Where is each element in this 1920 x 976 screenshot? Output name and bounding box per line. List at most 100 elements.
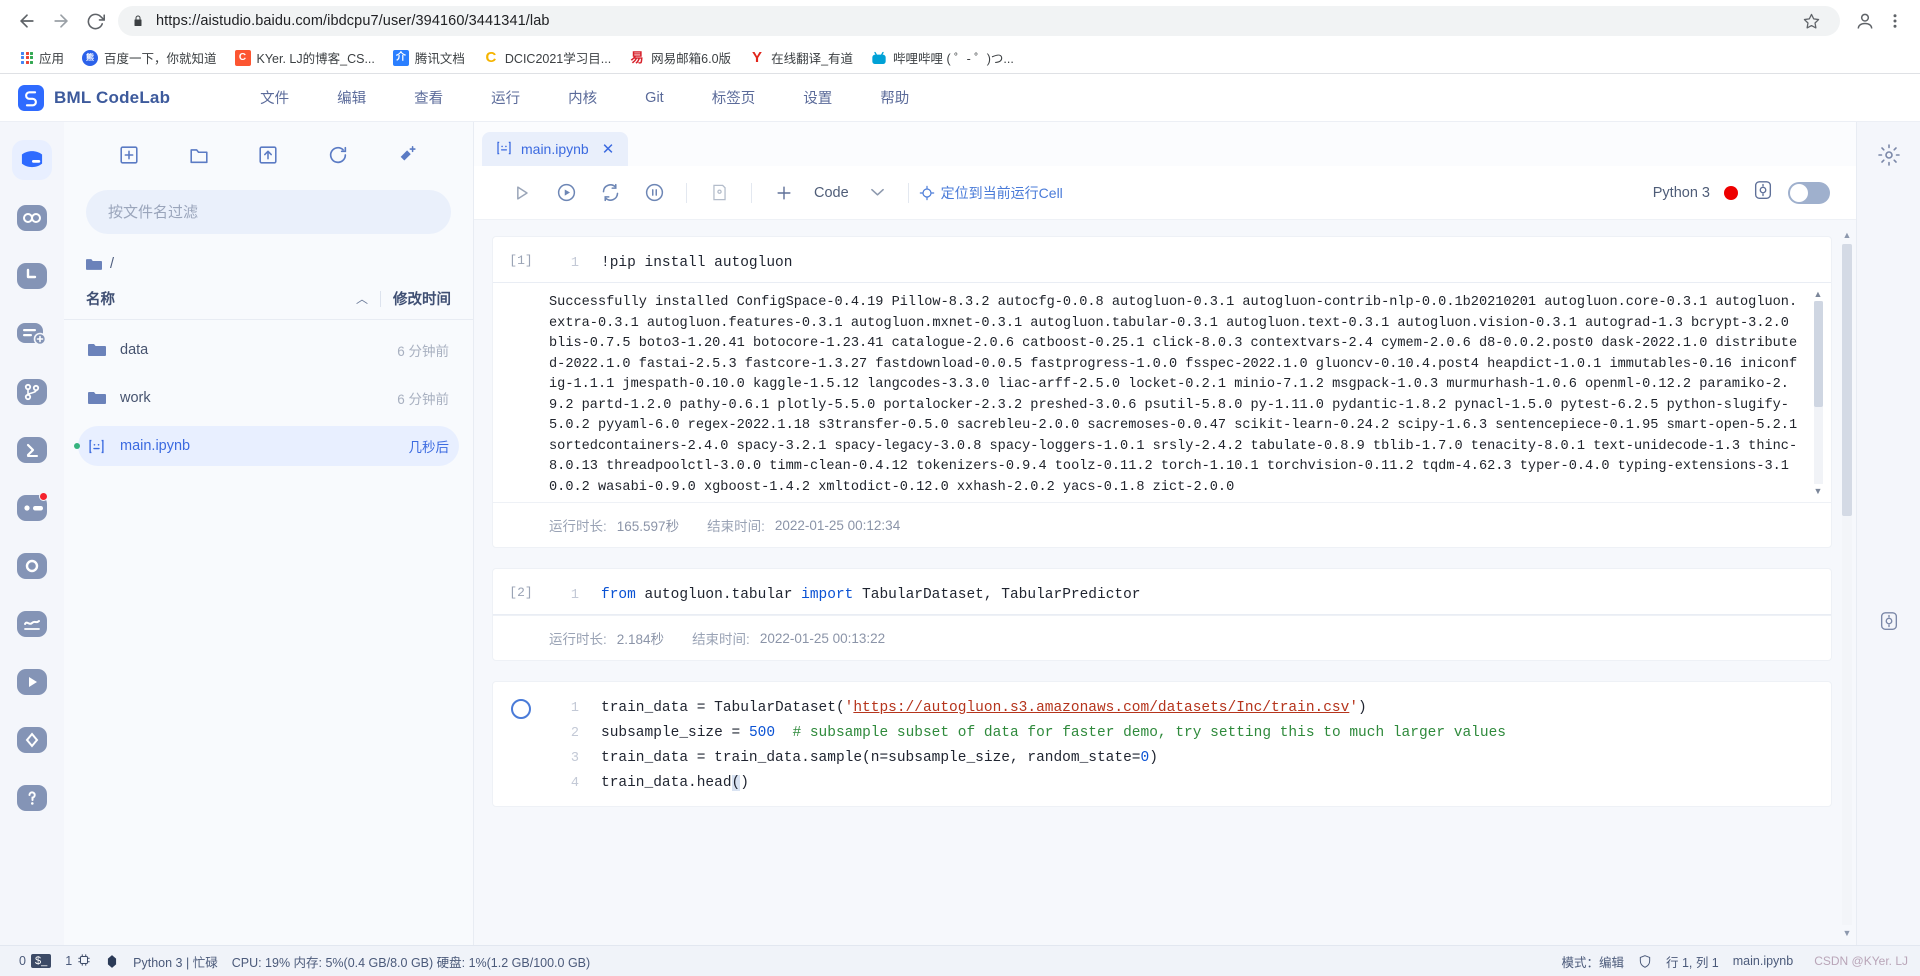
rail-item-metrics[interactable]: [12, 604, 52, 644]
address-bar[interactable]: https://aistudio.baidu.com/ibdcpu7/user/…: [118, 6, 1840, 36]
menu-edit[interactable]: 编辑: [313, 83, 390, 112]
bookmark-star-icon[interactable]: [1796, 6, 1826, 36]
code-token: subsample_size =: [601, 725, 749, 741]
scroll-down-icon[interactable]: ▼: [1843, 928, 1852, 939]
rail-item-diamond[interactable]: [12, 720, 52, 760]
settings-gear-icon[interactable]: [1872, 138, 1906, 172]
back-button[interactable]: [10, 4, 44, 38]
rail-item-notebook[interactable]: [12, 140, 52, 180]
rail-item-git[interactable]: [12, 372, 52, 412]
cell-input[interactable]: 1 train_data = TabularDataset('https://a…: [493, 682, 1831, 806]
column-modified[interactable]: 修改时间: [393, 288, 451, 309]
scroll-up-icon[interactable]: ▲: [1814, 289, 1823, 299]
kernel-status-text[interactable]: Python 3 | 忙碌: [126, 952, 225, 971]
rail-item-run[interactable]: [12, 662, 52, 702]
rail-item-help[interactable]: [12, 778, 52, 818]
menu-help[interactable]: 帮助: [856, 83, 933, 112]
new-folder-icon[interactable]: [182, 138, 216, 172]
chevron-down-icon[interactable]: [857, 186, 898, 200]
file-row-work[interactable]: work 6 分钟前: [78, 378, 459, 418]
bookmark-csdn[interactable]: C KYer. LJ的博客_CS...: [226, 45, 384, 70]
refresh-icon[interactable]: [321, 138, 355, 172]
code-editor[interactable]: train_data = train_data.sample(n=subsamp…: [579, 746, 1831, 771]
menu-settings[interactable]: 设置: [779, 83, 856, 112]
cell-input[interactable]: [1] 1 !pip install autogluon: [493, 237, 1831, 283]
file-row-main-ipynb[interactable]: main.ipynb 几秒后: [74, 426, 459, 466]
bookmark-apps[interactable]: 应用: [12, 45, 73, 70]
bookmark-youdao[interactable]: Y 在线翻译_有道: [740, 45, 862, 70]
output-scrollbar[interactable]: ▲ ▼: [1811, 289, 1825, 496]
rail-item-history[interactable]: [12, 256, 52, 296]
code-editor[interactable]: subsample_size = 500 # subsample subset …: [579, 721, 1831, 746]
code-editor[interactable]: from autogluon.tabular import TabularDat…: [579, 583, 1831, 608]
bookmark-baidu[interactable]: 熊 百度一下，你就知道: [73, 45, 226, 70]
kernel-count[interactable]: 1: [58, 953, 98, 970]
kernel-busy-icon[interactable]: [1752, 179, 1774, 206]
code-editor[interactable]: !pip install autogluon: [579, 251, 1831, 276]
upload-icon[interactable]: [251, 138, 285, 172]
notebook-scrollbar[interactable]: ▲ ▼: [1840, 230, 1854, 939]
menu-run[interactable]: 运行: [467, 83, 544, 112]
mode-toggle[interactable]: [1788, 181, 1830, 204]
code-editor[interactable]: train_data.head(): [579, 771, 1831, 796]
notebook-cell[interactable]: [2] 1 from autogluon.tabular import Tabu…: [492, 568, 1832, 661]
kernel-name[interactable]: Python 3: [1653, 185, 1710, 201]
browser-menu-icon[interactable]: [1880, 6, 1910, 36]
new-launcher-icon[interactable]: [391, 138, 425, 172]
run-all-icon[interactable]: [544, 173, 588, 213]
interrupt-icon[interactable]: [632, 173, 676, 213]
sort-arrow-icon[interactable]: ︿: [356, 290, 368, 307]
save-icon[interactable]: [697, 173, 741, 213]
scroll-down-icon[interactable]: ▼: [1814, 486, 1823, 496]
rail-item-extensions[interactable]: [12, 488, 52, 528]
new-file-icon[interactable]: [112, 138, 146, 172]
cell-type-select[interactable]: Code: [806, 185, 857, 201]
gpu-indicator[interactable]: [98, 954, 126, 969]
rail-item-links[interactable]: [12, 198, 52, 238]
rail-item-add-note[interactable]: [12, 314, 52, 354]
reload-button[interactable]: [78, 4, 112, 38]
bookmark-tencent-docs[interactable]: 介 腾讯文档: [384, 45, 474, 70]
code-editor[interactable]: train_data = TabularDataset('https://aut…: [579, 696, 1831, 721]
scrollbar-thumb[interactable]: [1842, 244, 1852, 517]
rail-item-terminal[interactable]: [12, 430, 52, 470]
edit-mode-label[interactable]: 模式：编辑: [1554, 952, 1631, 971]
run-icon[interactable]: [500, 173, 544, 213]
menu-file[interactable]: 文件: [236, 83, 313, 112]
rail-item-circle[interactable]: [12, 546, 52, 586]
menu-tabs[interactable]: 标签页: [688, 83, 780, 112]
file-row-data[interactable]: data 6 分钟前: [78, 330, 459, 370]
close-icon[interactable]: ✕: [602, 140, 615, 158]
bookmark-bilibili[interactable]: 哔哩哔哩 ( ゜- ゜)つ...: [862, 45, 1023, 70]
menu-git[interactable]: Git: [621, 86, 688, 110]
forward-button[interactable]: [44, 4, 78, 38]
file-filter-input[interactable]: [108, 203, 429, 221]
breadcrumb[interactable]: /: [64, 234, 473, 278]
scrollbar-track[interactable]: [1813, 301, 1823, 484]
shield-icon[interactable]: [1631, 954, 1659, 969]
bookmark-dcic[interactable]: C DCIC2021学习目...: [474, 45, 620, 70]
bookmark-netease-mail[interactable]: 易 网易邮箱6.0版: [620, 45, 740, 70]
restart-kernel-icon[interactable]: [588, 173, 632, 213]
scrollbar-thumb[interactable]: [1813, 301, 1823, 408]
scroll-up-icon[interactable]: ▲: [1843, 230, 1852, 241]
locate-running-cell-button[interactable]: 定位到当前运行Cell: [919, 183, 1063, 203]
menu-view[interactable]: 查看: [390, 83, 467, 112]
kernel-panel-icon[interactable]: [1872, 604, 1906, 638]
cell-input[interactable]: [2] 1 from autogluon.tabular import Tabu…: [493, 569, 1831, 615]
profile-avatar-icon[interactable]: [1850, 6, 1880, 36]
end-time-label: 结束时间:: [707, 519, 765, 534]
scrollbar-track[interactable]: [1842, 244, 1852, 925]
column-name[interactable]: 名称: [86, 288, 115, 309]
notebook-area: main.ipynb ✕ Code 定位到当前运行Cell Python 3 […: [474, 122, 1856, 945]
add-cell-icon[interactable]: [762, 173, 806, 213]
terminal-count[interactable]: 0 $_: [12, 954, 58, 968]
bookmark-label: 哔哩哔哩 ( ゜- ゜)つ...: [893, 52, 1014, 66]
file-filter-box[interactable]: [86, 190, 451, 234]
notebook-cell[interactable]: [1] 1 !pip install autogluon Successfull…: [492, 236, 1832, 548]
notebook-cell[interactable]: 1 train_data = TabularDataset('https://a…: [492, 681, 1832, 807]
code-token-url[interactable]: https://autogluon.s3.amazonaws.com/datas…: [853, 700, 1349, 716]
tab-main-ipynb[interactable]: main.ipynb ✕: [482, 132, 629, 166]
menu-kernel[interactable]: 内核: [544, 83, 621, 112]
code-token: ): [1149, 750, 1158, 766]
